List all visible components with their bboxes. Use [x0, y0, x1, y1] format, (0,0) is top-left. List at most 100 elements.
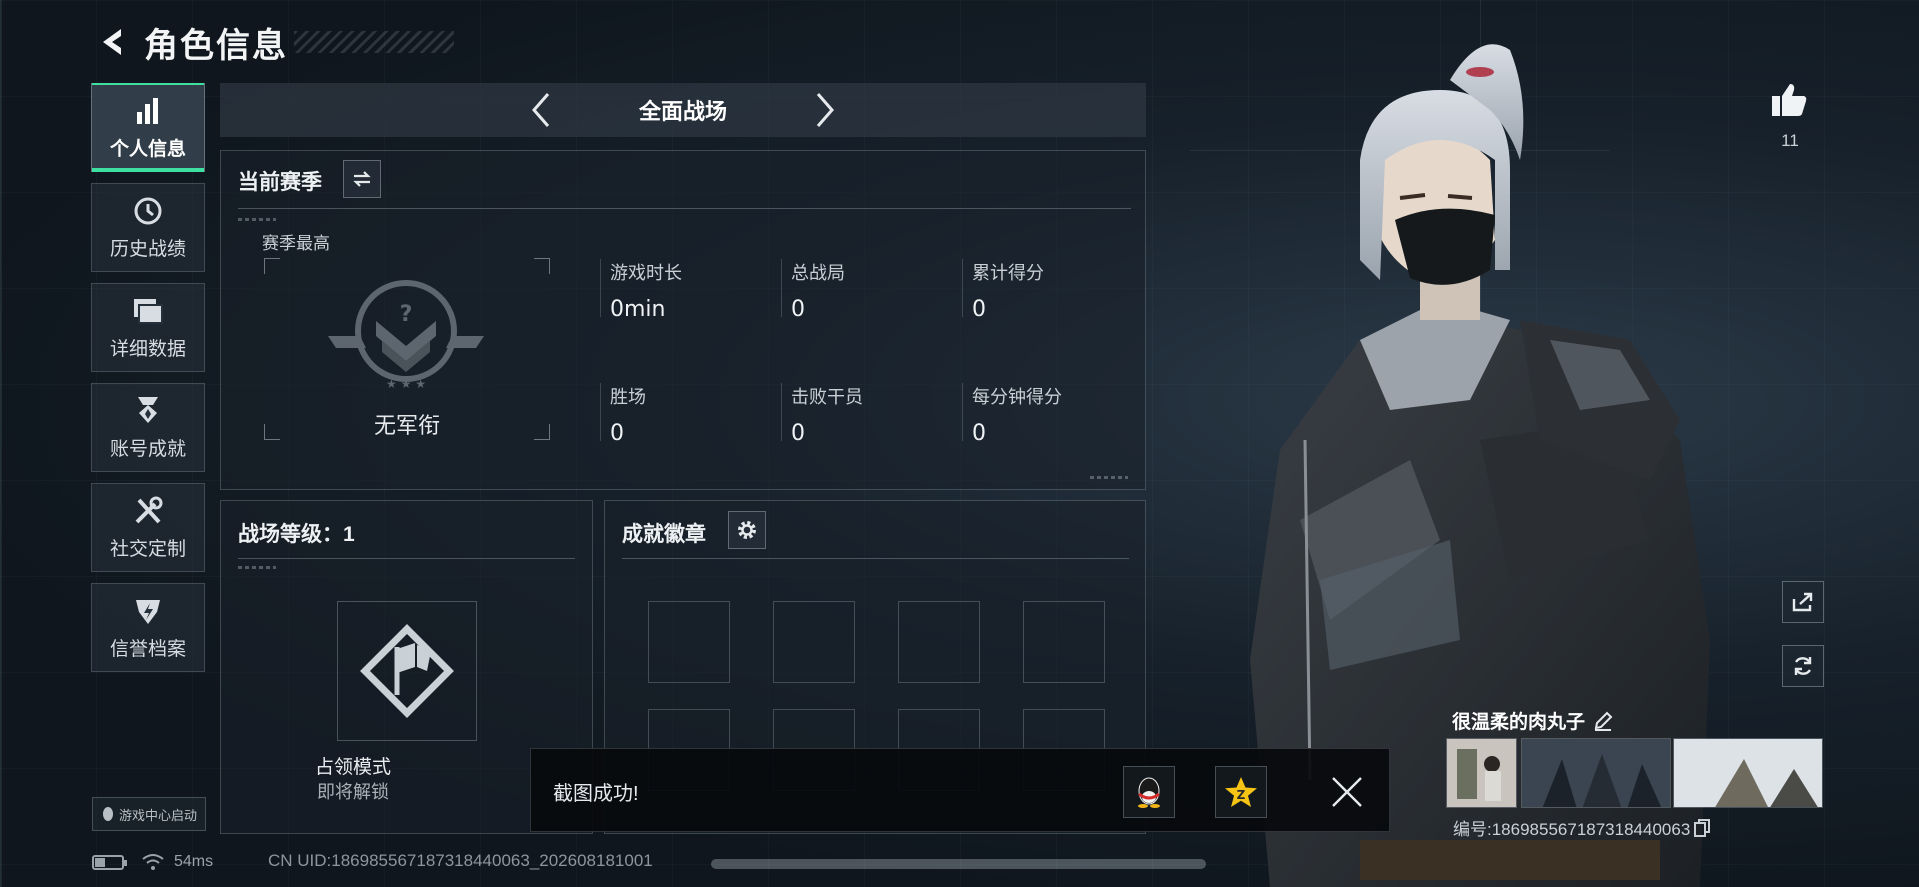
sidebar-item-label: 社交定制 [109, 539, 186, 560]
rank-name: 无军衔 [373, 413, 440, 438]
stat-score-per-minute: 每分钟得分 0 [962, 383, 1142, 446]
bar-chart-icon [131, 94, 165, 128]
stat-value: 0 [972, 297, 986, 322]
switch-season-button[interactable] [343, 160, 381, 198]
mode-name: 全面战场 [638, 99, 727, 124]
frame-corner [264, 258, 280, 274]
badge-slot[interactable] [648, 601, 730, 683]
frame-corner [534, 258, 550, 274]
sidebar-item-detailed-data[interactable]: 详细数据 [91, 283, 205, 372]
medal-icon [131, 394, 165, 428]
uid-watermark: CN UID:186985567187318440063_20260818100… [268, 851, 653, 870]
folder-icon [131, 294, 165, 328]
stat-label: 累计得分 [972, 263, 1044, 283]
gallery-thumbnail[interactable] [1446, 738, 1517, 808]
decoration-dashes [1090, 476, 1128, 479]
badge-slot[interactable] [898, 601, 980, 683]
chevron-right-icon [816, 93, 834, 127]
tools-icon [131, 494, 165, 528]
mode-card-title: 占领模式 [314, 757, 391, 778]
mode-next-button[interactable] [798, 83, 852, 137]
badge-settings-button[interactable] [728, 511, 766, 549]
stat-value: 0 [972, 421, 986, 446]
battery-icon [92, 854, 127, 870]
stat-label: 游戏时长 [610, 263, 682, 283]
player-nickname: 很温柔的肉丸子 [1452, 707, 1613, 734]
copy-icon[interactable] [1694, 818, 1711, 837]
swap-icon [353, 171, 371, 187]
stat-operators-defeated: 击败干员 0 [781, 383, 961, 446]
share-button[interactable] [1782, 581, 1824, 623]
sidebar-item-social-custom[interactable]: 社交定制 [91, 483, 205, 572]
occupation-mode-card[interactable] [337, 601, 477, 741]
rank-display: ? ★ ★ ★ 无军衔 [264, 258, 550, 440]
nickname-text: 很温柔的肉丸子 [1452, 712, 1586, 733]
stat-value: 0min [610, 297, 666, 322]
sidebar-item-achievements[interactable]: 账号成就 [91, 383, 205, 472]
share-qzone-button[interactable]: Z [1215, 766, 1267, 818]
stat-value: 0 [610, 421, 624, 446]
svg-text:Z: Z [1237, 788, 1246, 802]
mode-selector: 全面战场 [220, 83, 1146, 137]
like-count: 11 [1781, 131, 1799, 150]
share-icon [1792, 592, 1813, 612]
stat-label: 击败干员 [791, 387, 863, 407]
panel-divider [238, 558, 575, 559]
toast-close-button[interactable] [1326, 771, 1368, 813]
panel-divider [622, 558, 1129, 559]
sidebar-item-label: 历史战绩 [109, 239, 186, 260]
panel-divider [238, 208, 1131, 209]
stat-value: 0 [791, 421, 805, 446]
launch-label: 游戏中心启动 [118, 807, 197, 823]
sidebar-item-history[interactable]: 历史战绩 [91, 183, 205, 272]
wifi-icon [142, 854, 164, 870]
stat-total-score: 累计得分 0 [962, 259, 1142, 322]
page-header: 角色信息 [92, 18, 454, 66]
clock-icon [131, 194, 165, 228]
decoration-dashes [238, 566, 276, 569]
badges-title: 成就徽章 [622, 523, 706, 546]
mode-card-status: 即将解锁 [317, 782, 389, 802]
thumbs-up-icon [1772, 84, 1807, 116]
edit-pencil-icon[interactable] [1593, 711, 1613, 731]
gallery-photo [1522, 739, 1670, 807]
shield-icon [131, 594, 165, 628]
back-button[interactable] [92, 22, 132, 62]
refresh-button[interactable] [1782, 645, 1824, 687]
ping-text: 54ms [174, 853, 214, 870]
flag-diamond-icon [360, 624, 454, 718]
badge-slot[interactable] [773, 601, 855, 683]
qzone-star-icon: Z [1225, 777, 1257, 807]
chevron-left-icon [532, 93, 550, 127]
share-qq-button[interactable] [1123, 766, 1175, 818]
title-decoration [294, 31, 454, 53]
sidebar-item-label: 个人信息 [109, 139, 186, 160]
qq-penguin-icon [1138, 777, 1160, 808]
back-arrow-icon [103, 29, 121, 55]
rank-emblem-icon: ? ★ ★ ★ [328, 280, 484, 391]
stat-value: 0 [791, 297, 805, 322]
qq-penguin-icon [102, 807, 113, 821]
stat-label: 胜场 [610, 387, 646, 407]
gallery-photo [1674, 739, 1822, 807]
sidebar: 个人信息 历史战绩 详细数据 账号成就 社交定制 信誉档案 [91, 83, 205, 683]
season-title: 当前赛季 [238, 171, 322, 194]
player-id-text: 编号:186985567187318440063 [1453, 820, 1691, 839]
like-button[interactable] [1769, 82, 1809, 123]
mode-prev-button[interactable] [514, 83, 568, 137]
gallery-thumbnail[interactable] [1521, 738, 1671, 808]
horizontal-scrollbar[interactable] [711, 859, 1206, 869]
sidebar-item-credit[interactable]: 信誉档案 [91, 583, 205, 672]
badge-slot[interactable] [1023, 601, 1105, 683]
sidebar-item-label: 信誉档案 [109, 639, 186, 660]
decoration-dashes [238, 218, 276, 221]
season-best-label: 赛季最高 [262, 234, 330, 253]
status-bar: 54ms [92, 850, 213, 874]
close-icon [1332, 777, 1362, 807]
svg-text:★ ★ ★: ★ ★ ★ [386, 377, 426, 391]
gallery-thumbnail[interactable] [1673, 738, 1823, 808]
player-id: 编号:186985567187318440063 [1453, 815, 1711, 840]
sidebar-item-personal-info[interactable]: 个人信息 [91, 83, 205, 172]
refresh-icon [1794, 657, 1812, 675]
stat-total-matches: 总战局 0 [781, 259, 961, 322]
